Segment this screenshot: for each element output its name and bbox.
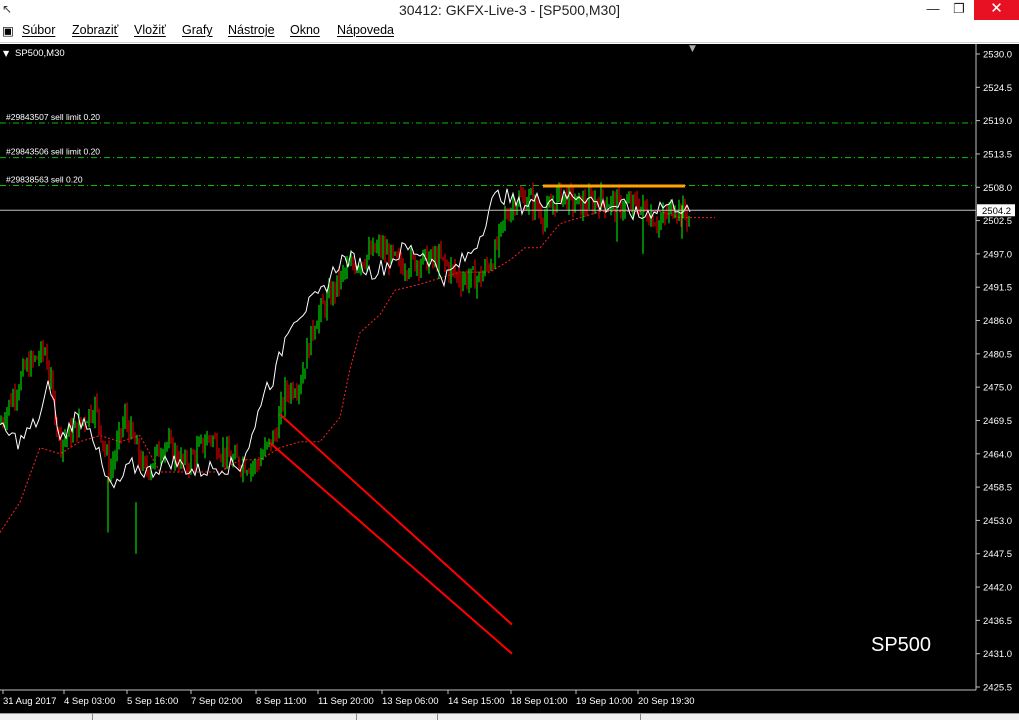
menu-help[interactable]: Nápoveda (337, 23, 394, 37)
x-tick-label: 5 Sep 16:00 (127, 696, 178, 707)
y-tick-label: 2502.5 (983, 216, 1012, 227)
y-tick-label: 2480.5 (983, 349, 1012, 360)
y-tick-label: 2508.0 (983, 183, 1012, 194)
y-tick-label: 2464.0 (983, 449, 1012, 460)
x-tick-label: 20 Sep 19:30 (638, 696, 695, 707)
x-tick-label: 11 Sep 20:00 (318, 696, 374, 707)
menu-insert[interactable]: Vložiť (134, 23, 166, 37)
chart-canvas[interactable]: SP500,M30 ▼ ▼ SP500 2530.0 2524.5 2519.0 25… (0, 44, 1019, 713)
y-tick-label: 2519.0 (983, 116, 1012, 127)
title-bar: ↖ 30412: GKFX-Live-3 - [SP500,M30] — ❐ ✕ (0, 0, 1019, 20)
y-tick-label: 2524.5 (983, 83, 1012, 94)
x-tick-label: 7 Sep 02:00 (191, 696, 242, 707)
maximize-button[interactable]: ❐ (946, 0, 972, 20)
close-button[interactable]: ✕ (974, 0, 1019, 20)
chart-window-icon[interactable]: ▣ (2, 23, 14, 38)
scroll-shift-icon[interactable]: ▼ (689, 44, 696, 54)
y-tick-label: 2447.5 (983, 549, 1012, 560)
trend-line[interactable] (269, 442, 513, 655)
y-tick-label: 2458.5 (983, 483, 1012, 494)
y-tick-label: 2497.0 (983, 249, 1012, 260)
current-price-label: 2504.2 (982, 206, 1011, 217)
y-tick-label: 2486.0 (983, 316, 1012, 327)
x-tick-label: 14 Sep 15:00 (448, 696, 505, 707)
y-tick-label: 2431.0 (983, 649, 1012, 660)
symbol-watermark: SP500 (871, 634, 931, 656)
x-tick-label: 13 Sep 06:00 (382, 696, 439, 707)
y-tick-label: 2469.5 (983, 416, 1012, 427)
y-tick-label: 2475.0 (983, 383, 1012, 394)
x-tick-label: 19 Sep 10:00 (576, 696, 633, 707)
y-tick-label: 2436.5 (983, 616, 1012, 627)
order-label[interactable]: #29843506 sell limit 0.20 (6, 147, 100, 157)
x-tick-label: 4 Sep 03:00 (64, 696, 115, 707)
y-tick-label: 2530.0 (983, 50, 1012, 61)
menu-bar: ▣ Súbor Zobraziť Vložiť Grafy Nástroje O… (0, 20, 1019, 62)
y-tick-label: 2442.0 (983, 583, 1012, 594)
menu-view[interactable]: Zobraziť (72, 23, 118, 37)
y-tick-label: 2491.5 (983, 283, 1012, 294)
x-tick-label: 8 Sep 11:00 (256, 696, 307, 707)
chart-collapse-icon[interactable]: ▼ (3, 49, 10, 58)
menu-charts[interactable]: Grafy (182, 23, 213, 37)
x-tick-label: 18 Sep 01:00 (511, 696, 568, 707)
y-tick-label: 2513.5 (983, 149, 1012, 160)
menu-window[interactable]: Okno (290, 23, 320, 37)
menu-tools[interactable]: Nástroje (228, 23, 275, 37)
minimize-button[interactable]: — (918, 0, 948, 20)
chart-symbol-label: SP500,M30 (15, 48, 65, 59)
menu-file[interactable]: Súbor (22, 23, 55, 37)
order-label[interactable]: #29838563 sell 0.20 (6, 174, 83, 184)
price-chart[interactable]: SP500,M30 ▼ ▼ SP500 2530.0 2524.5 2519.0 25… (0, 44, 1019, 713)
y-tick-label: 2425.5 (983, 683, 1012, 694)
order-label[interactable]: #29843507 sell limit 0.20 (6, 112, 100, 122)
window-title: 30412: GKFX-Live-3 - [SP500,M30] (399, 2, 620, 18)
x-tick-label: 31 Aug 2017 (3, 696, 56, 707)
trend-line[interactable] (279, 413, 513, 626)
y-tick-label: 2453.0 (983, 516, 1012, 527)
